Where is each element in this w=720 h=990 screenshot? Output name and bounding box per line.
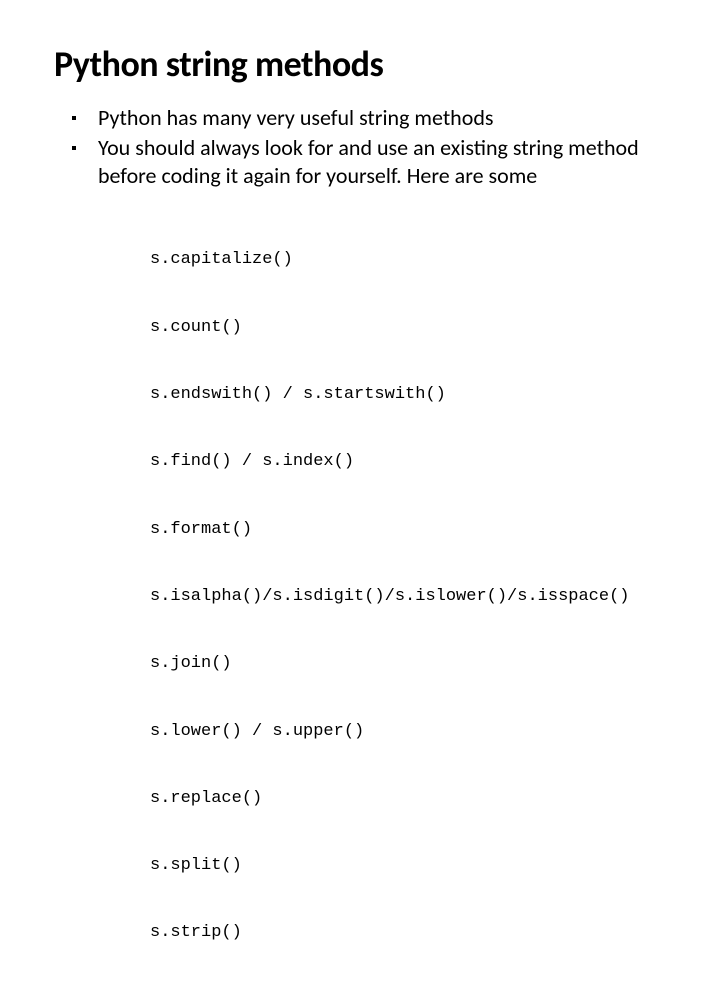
code-line: s.lower() / s.upper() — [150, 721, 666, 743]
code-line: s.endswith() / s.startswith() — [150, 384, 666, 406]
code-block: s.capitalize() s.count() s.endswith() / … — [150, 204, 666, 989]
code-line: s.find() / s.index() — [150, 451, 666, 473]
code-line: s.count() — [150, 317, 666, 339]
code-line: s.split() — [150, 855, 666, 877]
code-line: s.format() — [150, 519, 666, 541]
code-line: s.isalpha()/s.isdigit()/s.islower()/s.is… — [150, 586, 666, 608]
slide-title: Python string methods — [54, 42, 666, 86]
code-line: s.strip() — [150, 922, 666, 944]
bullet-list: Python has many very useful string metho… — [54, 104, 666, 190]
code-line: s.replace() — [150, 788, 666, 810]
slide: Python string methods Python has many ve… — [0, 0, 720, 540]
code-line: s.capitalize() — [150, 249, 666, 271]
bullet-item: You should always look for and use an ex… — [64, 134, 666, 190]
code-line: s.join() — [150, 653, 666, 675]
bullet-item: Python has many very useful string metho… — [64, 104, 666, 132]
